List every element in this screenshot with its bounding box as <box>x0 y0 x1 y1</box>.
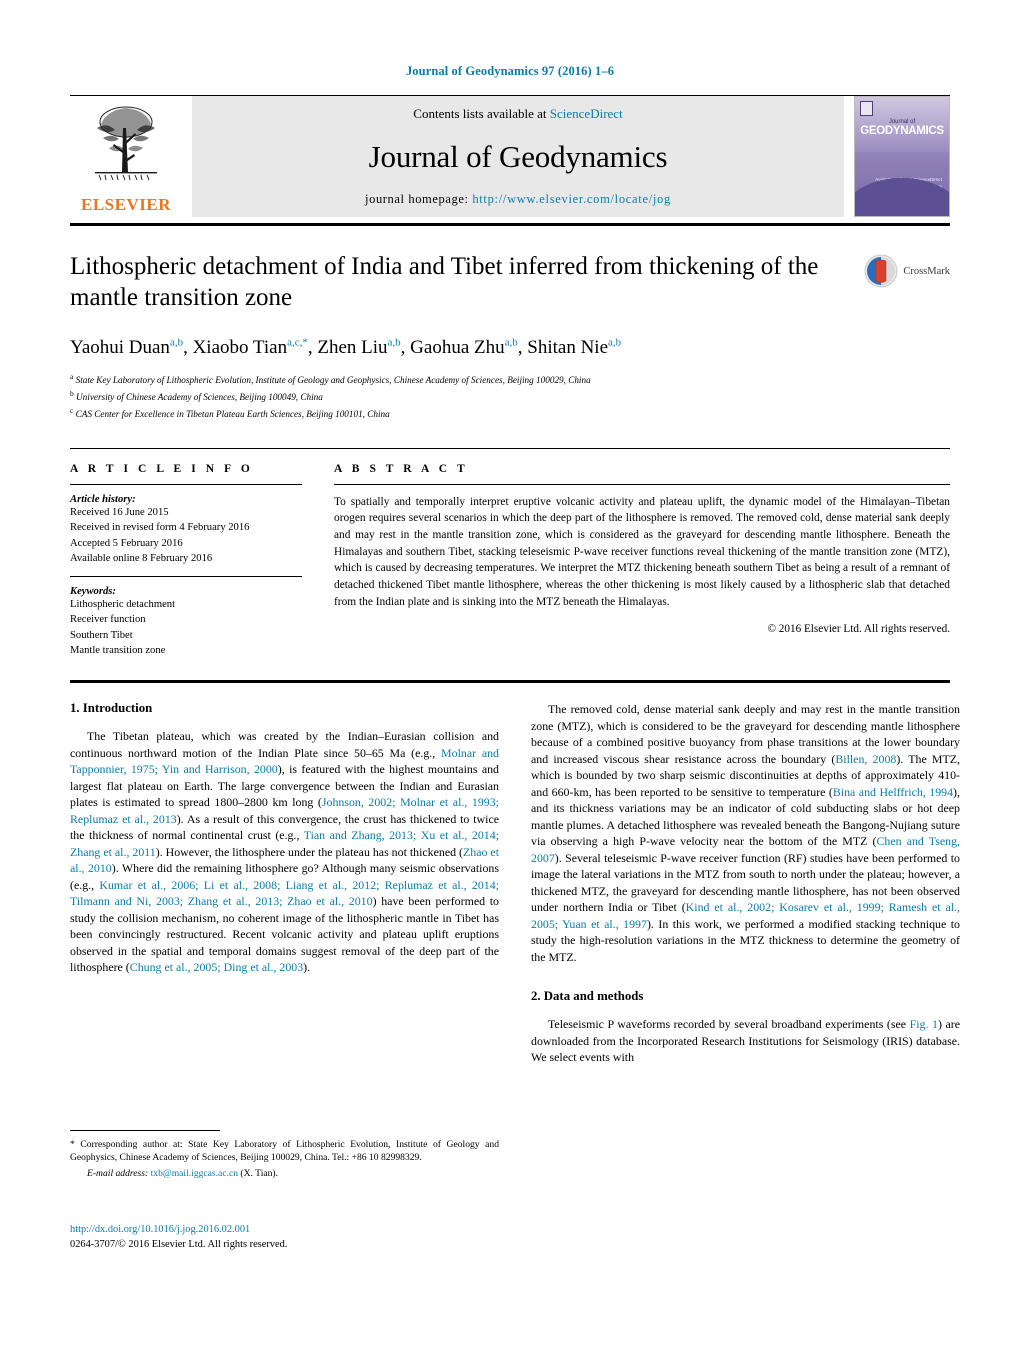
corresponding-author-text: Corresponding author at: State Key Labor… <box>70 1139 499 1164</box>
footnote-block: * Corresponding author at: State Key Lab… <box>70 1130 499 1180</box>
article-info-rule <box>70 483 302 485</box>
citation-link[interactable]: Kind et al., 2002; Kosarev et al., 1999;… <box>531 900 960 930</box>
author-name: Gaohua Zhu <box>410 337 505 358</box>
abstract-heading: A B S T R A C T <box>334 462 469 475</box>
paper-page: Journal of Geodynamics 97 (2016) 1–6 ELS… <box>0 0 1020 1351</box>
affiliation-marker: a <box>70 371 74 381</box>
article-info-heading: A R T I C L E I N F O <box>70 462 254 475</box>
citation-link[interactable]: Molnar and Tapponnier, 1975; Yin and Har… <box>70 746 499 776</box>
journal-cover-thumbnail: Journal of GEODYNAMICS Available online … <box>854 96 950 217</box>
mtz-paragraph: The removed cold, dense material sank de… <box>531 702 961 964</box>
journal-title: Journal of Geodynamics <box>368 139 668 174</box>
abstract-column: A B S T R A C T To spatially and tempora… <box>334 463 950 659</box>
right-column: The removed cold, dense material sank de… <box>531 701 960 1065</box>
email-link[interactable]: txb@mail.iggcas.ac.cn <box>151 1168 238 1179</box>
elsevier-wordmark: ELSEVIER <box>81 195 171 214</box>
citation-link[interactable]: Tian and Zhang, 2013; Xu et al., 2014; Z… <box>70 828 499 858</box>
homepage-label: journal homepage: <box>365 192 473 206</box>
affiliation-list: a State Key Laboratory of Lithospheric E… <box>70 371 950 422</box>
contents-available-line: Contents lists available at ScienceDirec… <box>413 106 622 122</box>
citation-link[interactable]: Bina and Helffrich, 1994 <box>833 785 953 799</box>
author-name: Yaohui Duan <box>70 337 170 358</box>
cover-publisher-logo-icon <box>860 101 873 116</box>
title-block: Lithospheric detachment of India and Tib… <box>70 252 950 422</box>
issn-copyright-line: 0264-3707/© 2016 Elsevier Ltd. All right… <box>70 1239 288 1251</box>
article-history-item: Received 16 June 2015 <box>70 506 169 518</box>
author-list: Yaohui Duana,b, Xiaobo Tiana,c,*, Zhen L… <box>70 336 622 358</box>
article-history-item: Received in revised form 4 February 2016 <box>70 522 250 534</box>
doi-block: http://dx.doi.org/10.1016/j.jog.2016.02.… <box>70 1222 499 1252</box>
keyword-item: Lithospheric detachment <box>70 598 176 610</box>
section-heading-introduction: 1. Introduction <box>70 701 153 716</box>
doi-link[interactable]: http://dx.doi.org/10.1016/j.jog.2016.02.… <box>70 1222 499 1237</box>
affiliation-marker: b <box>70 388 74 398</box>
citation-link[interactable]: Billen, 2008 <box>835 752 896 766</box>
cover-journal-name: GEODYNAMICS <box>860 125 944 137</box>
affiliation-item: a State Key Laboratory of Lithospheric E… <box>70 371 591 385</box>
left-column: 1. Introduction The Tibetan plateau, whi… <box>70 701 499 1065</box>
contents-prefix: Contents lists available at <box>413 106 550 121</box>
citation-link[interactable]: Chen and Tseng, 2007 <box>531 834 960 864</box>
citation-link[interactable]: Fig. 1 <box>910 1017 938 1031</box>
citation-link[interactable]: Johnson, 2002; Molnar et al., 1993; Repl… <box>70 795 499 825</box>
info-abstract-block: A R T I C L E I N F O Article history: R… <box>70 447 950 659</box>
crossmark-badge[interactable]: CrossMark <box>864 254 950 288</box>
keyword-item: Mantle transition zone <box>70 644 166 656</box>
article-history-label: Article history: <box>70 493 136 505</box>
masthead-bottom-rule <box>70 223 950 226</box>
crossmark-label: CrossMark <box>903 265 950 277</box>
abstract-rule <box>334 483 950 485</box>
footnote-rule <box>70 1130 220 1131</box>
journal-masthead: ELSEVIER Contents lists available at Sci… <box>70 95 950 217</box>
keyword-item: Receiver function <box>70 614 146 626</box>
keywords-list: Lithospheric detachment Receiver function… <box>70 597 302 659</box>
email-label: E-mail address: <box>87 1167 149 1179</box>
article-info-column: A R T I C L E I N F O Article history: R… <box>70 463 302 659</box>
affiliation-item: b University of Chinese Academy of Scien… <box>70 388 323 402</box>
affiliation-marker: c <box>70 405 74 415</box>
email-suffix: (X. Tian). <box>238 1167 279 1179</box>
section-heading-data-methods: 2. Data and methods <box>531 989 644 1004</box>
keywords-label: Keywords: <box>70 585 116 597</box>
sciencedirect-banner: Contents lists available at ScienceDirec… <box>192 96 844 217</box>
intro-paragraph: The Tibetan plateau, which was created b… <box>70 729 500 975</box>
article-history-list: Received 16 June 2015 Received in revised… <box>70 505 302 567</box>
author-affiliation-marker: a,c,* <box>287 336 308 349</box>
homepage-url[interactable]: http://www.elsevier.com/locate/jog <box>472 192 671 206</box>
page-title: Lithospheric detachment of India and Tib… <box>70 253 819 311</box>
crossmark-icon <box>864 254 898 288</box>
author-name: Xiaobo Tian <box>192 337 288 358</box>
citation-link[interactable]: Kumar et al., 2006; Li et al., 2008; Lia… <box>70 878 499 908</box>
author-affiliation-marker: a,b <box>387 336 401 349</box>
citation-link[interactable]: Chung et al., 2005; Ding et al., 2003 <box>130 960 303 974</box>
article-history-item: Accepted 5 February 2016 <box>70 537 183 549</box>
corresponding-author-note: * Corresponding author at: State Key Lab… <box>70 1138 499 1165</box>
journal-homepage-line: journal homepage: http://www.elsevier.co… <box>365 192 671 207</box>
author-name: Zhen Liu <box>317 337 388 358</box>
author-affiliation-marker: a,b <box>504 336 518 349</box>
elsevier-tree-icon <box>95 106 157 181</box>
keywords-rule <box>70 575 302 577</box>
affiliation-item: c CAS Center for Excellence in Tibetan P… <box>70 405 390 419</box>
keyword-item: Southern Tibet <box>70 629 133 641</box>
running-head: Journal of Geodynamics 97 (2016) 1–6 <box>405 64 615 78</box>
methods-paragraph: Teleseismic P waveforms recorded by seve… <box>531 1017 960 1065</box>
abstract-text: To spatially and temporally interpret er… <box>334 495 950 608</box>
cover-wave-front <box>855 178 949 216</box>
body-columns: 1. Introduction The Tibetan plateau, whi… <box>70 701 960 1065</box>
abstract-copyright: © 2016 Elsevier Ltd. All rights reserved… <box>767 623 951 636</box>
sciencedirect-link[interactable]: ScienceDirect <box>550 106 623 121</box>
email-note: E-mail address: txb@mail.iggcas.ac.cn (X… <box>70 1167 499 1180</box>
author-name: Shitan Nie <box>527 337 609 358</box>
abstract-bottom-rule <box>70 680 950 684</box>
article-history-item: Available online 8 February 2016 <box>70 553 213 565</box>
elsevier-logo: ELSEVIER <box>70 96 182 217</box>
author-affiliation-marker: a,b <box>169 336 184 349</box>
author-affiliation-marker: a,b <box>608 336 622 349</box>
